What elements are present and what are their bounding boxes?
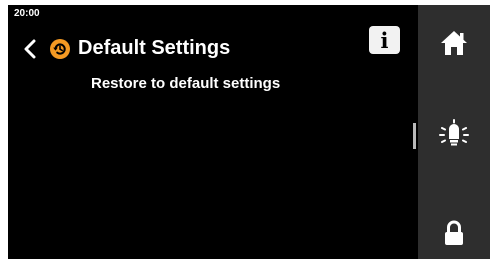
- sidebar: [418, 5, 490, 259]
- info-button[interactable]: i: [369, 26, 400, 54]
- light-button[interactable]: [430, 112, 478, 160]
- lock-button[interactable]: [430, 209, 478, 257]
- scroll-indicator: [413, 123, 416, 149]
- home-button[interactable]: [430, 19, 478, 67]
- home-icon: [441, 31, 467, 55]
- device-screen: 20:00 Default Settings i Restore to defa…: [8, 5, 490, 259]
- light-bulb-icon: [439, 119, 469, 146]
- page-title: Default Settings: [78, 37, 231, 59]
- status-time: 20:00: [14, 8, 40, 19]
- lock-icon: [445, 220, 463, 245]
- restore-defaults-label: Restore to default settings: [91, 75, 281, 92]
- info-icon: i: [380, 27, 389, 53]
- chevron-left-icon: [24, 39, 36, 59]
- restore-icon: [49, 38, 71, 60]
- back-button[interactable]: [21, 38, 39, 60]
